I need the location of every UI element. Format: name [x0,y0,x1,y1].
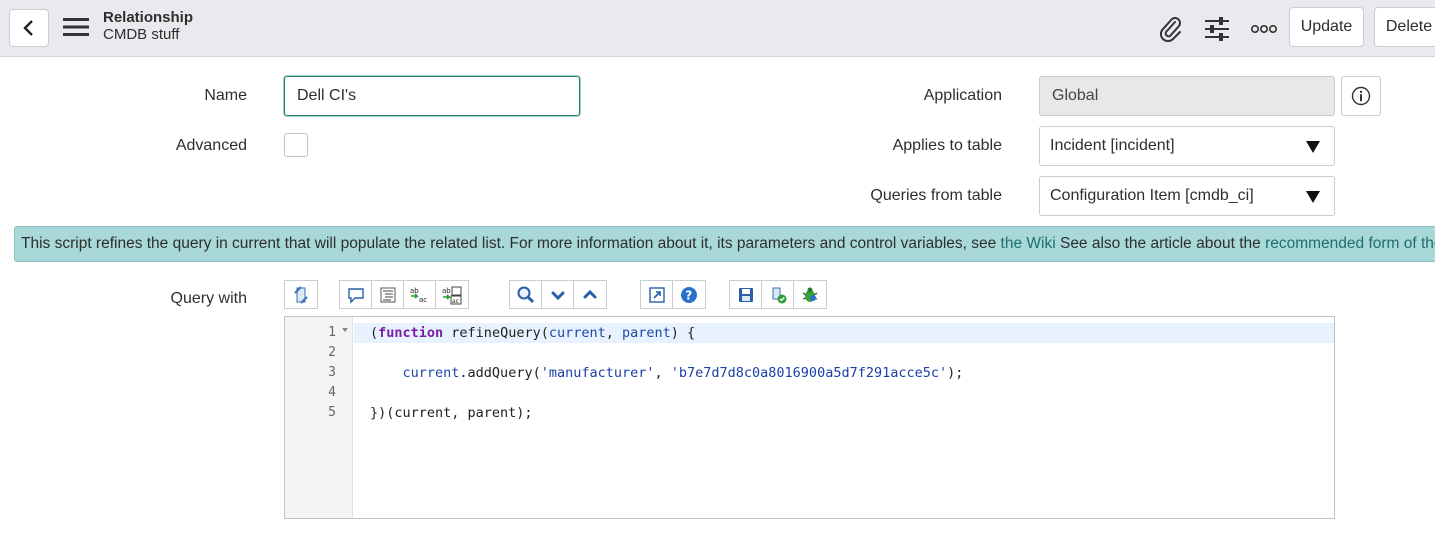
page-title: Relationship [103,9,194,26]
toggle-syntax-editor-button[interactable] [285,281,317,308]
advanced-label: Advanced [175,137,247,154]
format-code-icon [380,287,395,302]
code-line-2[interactable] [354,343,1334,363]
line-number: 3 [328,365,336,380]
save-button[interactable] [730,281,762,308]
line-number: 2 [328,345,336,360]
applies-to-label: Applies to table [892,137,1002,154]
code-line-3[interactable]: current.addQuery('manufacturer', 'b7e7d7… [354,363,1334,383]
chevron-left-icon [23,20,33,36]
editor-gutter: 1 2 3 4 5 [285,317,353,518]
hamburger-menu-icon[interactable] [63,17,89,37]
banner-text-before: This script refines the query in current… [21,235,1001,252]
banner-text-middle: See also the article about the [1055,235,1266,252]
svg-text:ac: ac [419,296,427,304]
line-number: 4 [328,385,336,400]
replace-all-icon: ab ac [442,286,462,305]
name-label: Name [204,87,247,104]
editor-toolbar-group-4: ? [640,280,706,309]
chevron-up-icon [583,289,597,298]
fold-arrow-icon[interactable] [342,328,348,332]
editor-toolbar-group-5 [729,280,827,309]
replace-button[interactable]: ab ac [404,281,436,308]
debug-button[interactable] [794,281,826,308]
svg-text:ab: ab [442,287,451,295]
fullscreen-button[interactable] [641,281,673,308]
code-line-1[interactable]: (function refineQuery(current, parent) { [354,323,1334,343]
form-header: Relationship CMDB stuff Update Delete [0,0,1435,57]
editor-toolbar-group-2: ab ac ab ac [339,280,469,309]
find-previous-button[interactable] [574,281,606,308]
script-debugger-toggle-button[interactable] [762,281,794,308]
toggle-editor-icon [294,285,308,304]
recommended-form-link[interactable]: recommended form of the s [1265,235,1435,252]
application-info-button[interactable] [1341,76,1381,116]
line-number: 1 [328,325,336,340]
bug-icon [802,287,818,302]
more-options-button[interactable] [1251,16,1277,42]
script-info-banner: This script refines the query in current… [14,226,1435,262]
find-next-button[interactable] [542,281,574,308]
code-line-4[interactable] [354,383,1334,403]
dropdown-caret-icon [1306,141,1320,153]
queries-from-select[interactable]: Configuration Item [cmdb_ci] [1039,176,1335,216]
editor-toolbar-group-1 [284,280,318,309]
wiki-link[interactable]: the Wiki [1001,235,1056,252]
svg-text:?: ? [685,288,692,302]
application-field [1039,76,1335,116]
more-dots-icon [1251,24,1277,34]
save-icon [738,287,753,302]
back-button[interactable] [9,9,49,47]
attachment-button[interactable] [1158,16,1184,42]
svg-text:ac: ac [452,298,459,305]
paperclip-icon [1159,17,1181,42]
comment-icon [347,287,364,304]
expand-icon [648,286,665,303]
script-editor[interactable]: 1 2 3 4 5 (function refineQuery(current,… [284,316,1335,519]
application-label: Application [923,87,1002,104]
editor-toolbar-group-3 [509,280,607,309]
delete-button[interactable]: Delete [1374,7,1435,47]
applies-to-value: Incident [incident] [1050,137,1175,154]
update-button[interactable]: Update [1289,7,1364,47]
chevron-down-icon [551,291,564,300]
record-display-value: CMDB stuff [103,26,180,43]
comment-button[interactable] [340,281,372,308]
record-title: Relationship CMDB stuff [103,9,193,43]
svg-text:ab: ab [410,287,419,295]
line-number: 5 [328,405,336,420]
advanced-checkbox[interactable] [284,133,308,157]
personalize-form-button[interactable] [1204,16,1230,42]
help-icon: ? [681,286,697,303]
replace-icon: ab ac [410,287,427,304]
queries-from-value: Configuration Item [cmdb_ci] [1050,187,1254,204]
format-code-button[interactable] [372,281,404,308]
sliders-icon [1205,17,1229,41]
search-button[interactable] [510,281,542,308]
info-icon [1351,86,1371,106]
code-line-5[interactable]: })(current, parent); [354,403,1334,423]
query-with-label: Query with [170,290,247,307]
name-input[interactable] [284,76,580,116]
applies-to-select[interactable]: Incident [incident] [1039,126,1335,166]
dropdown-caret-icon [1306,191,1320,203]
check-script-icon [772,287,786,303]
search-icon [517,286,534,303]
replace-all-button[interactable]: ab ac [436,281,468,308]
help-button[interactable]: ? [673,281,705,308]
queries-from-label: Queries from table [870,187,1002,204]
